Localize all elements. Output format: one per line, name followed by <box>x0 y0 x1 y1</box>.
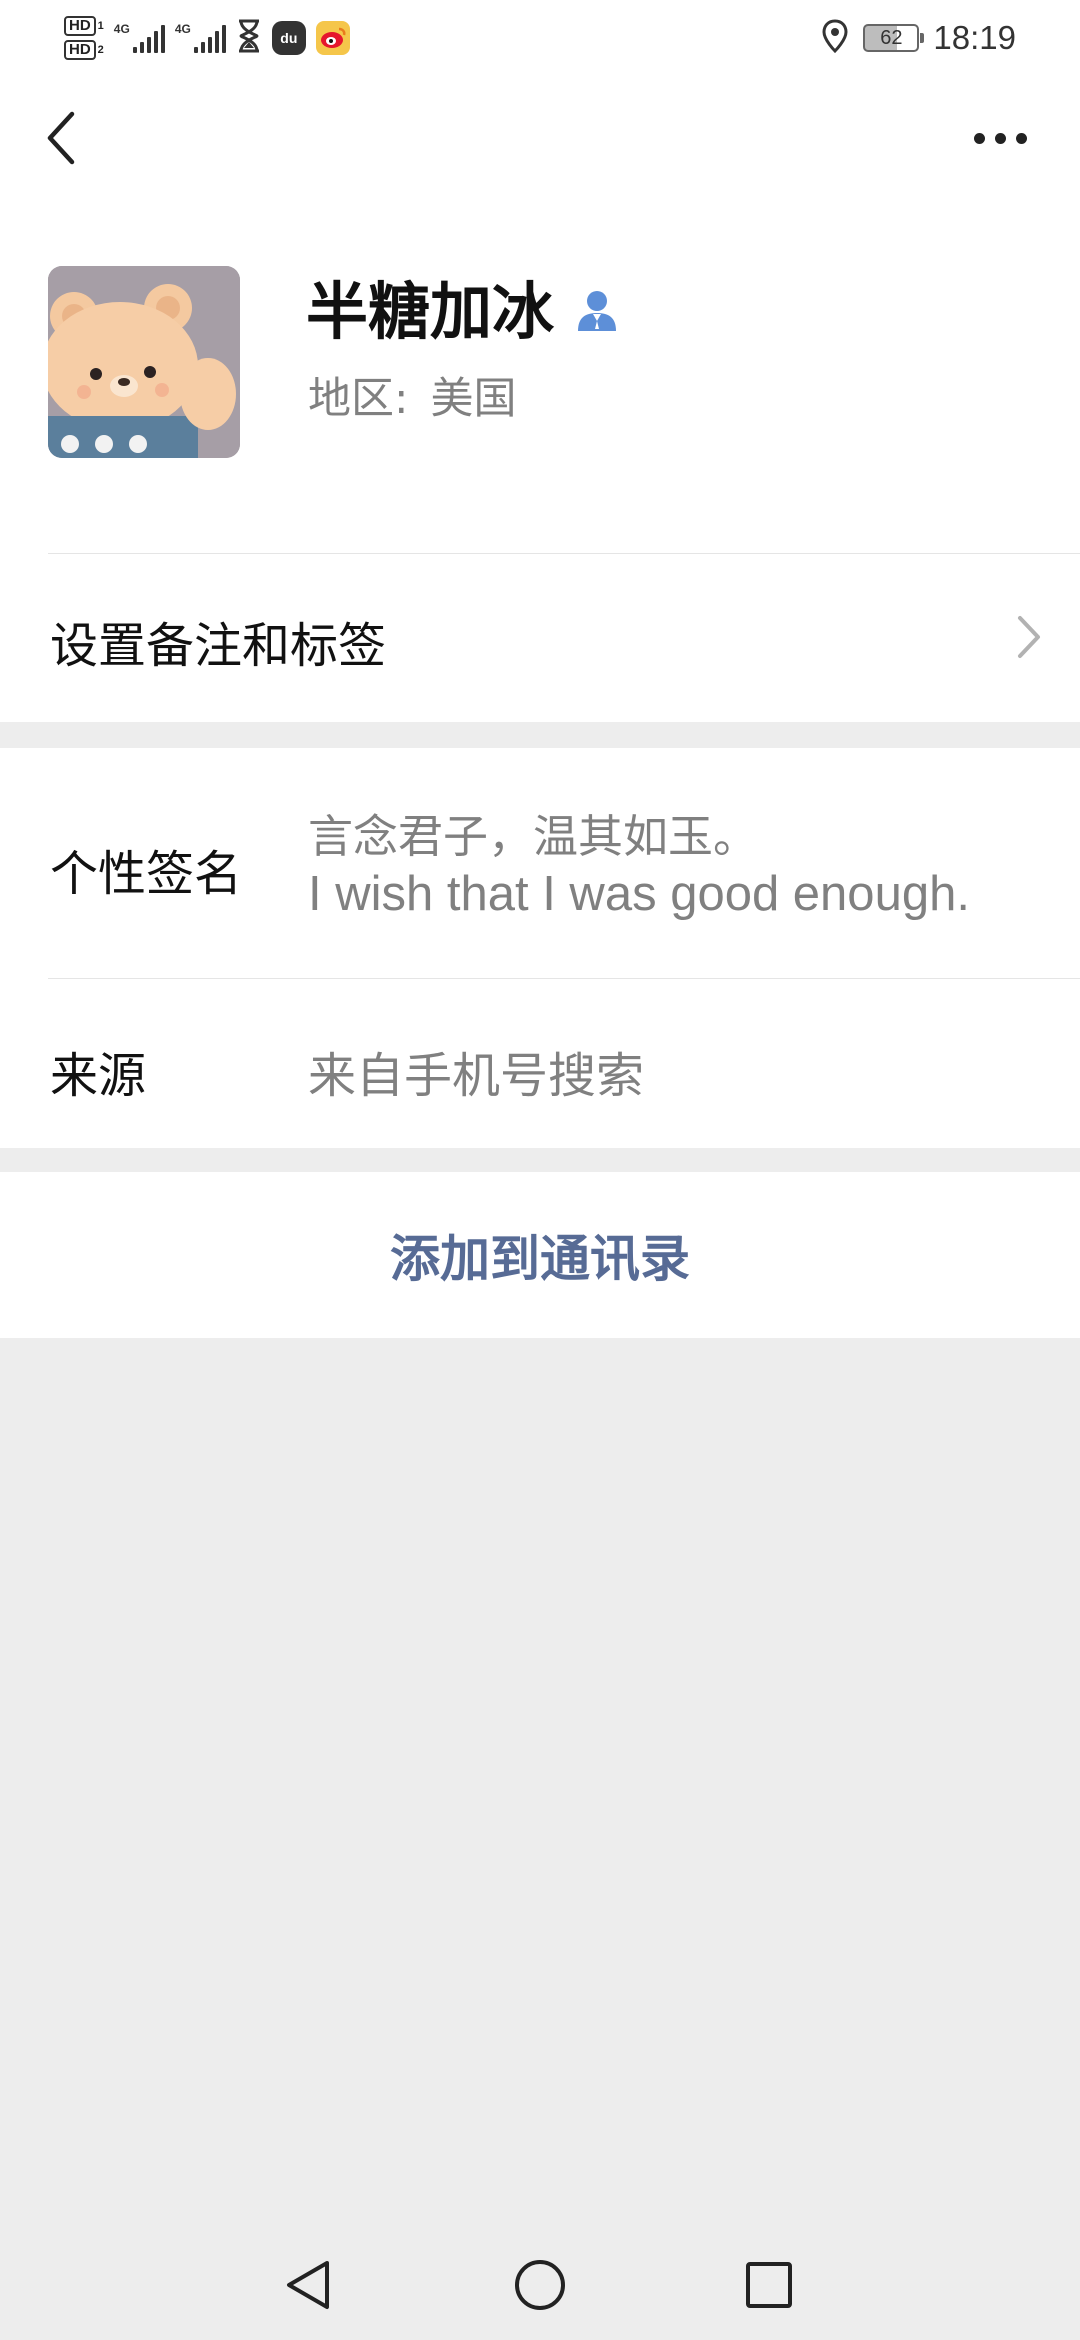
square-recents-icon <box>746 2262 792 2308</box>
person-badge-icon <box>574 287 620 337</box>
battery-indicator: 62 <box>863 24 925 52</box>
region-info: 地区: 美国 <box>308 364 517 426</box>
add-contact-section: 添加到通讯录 <box>0 1172 1080 1338</box>
set-remark-tags-row[interactable]: 设置备注和标签 <box>0 554 1080 722</box>
hourglass-icon <box>236 19 262 57</box>
more-options-button[interactable] <box>960 110 1040 166</box>
add-to-contacts-button[interactable]: 添加到通讯录 <box>390 1219 690 1291</box>
triangle-back-icon <box>287 2261 329 2309</box>
profile-header: 半糖加冰 地区: 美国 <box>0 216 1080 554</box>
profile-name: 半糖加冰 <box>306 275 555 348</box>
signature-text-line1: 言念君子，温其如玉。 <box>308 810 759 863</box>
region-value: 美国 <box>430 374 517 424</box>
divider <box>48 978 1080 979</box>
more-dots-icon <box>973 132 985 144</box>
weibo-icon <box>315 21 350 55</box>
hd-indicator-1: HD 1 <box>64 16 104 36</box>
status-right: 62 18:19 <box>821 10 1016 66</box>
location-pin-icon <box>821 19 849 57</box>
signature-text-line2: I wish that I was good enough. <box>308 867 970 921</box>
signal-icon-2: 4G <box>175 23 226 53</box>
du-app-icon: du <box>271 21 306 55</box>
chevron-right-icon <box>1014 612 1044 666</box>
bear-avatar-image <box>48 266 240 458</box>
source-value: 来自手机号搜索 <box>308 1048 645 1104</box>
hd-indicators: HD 1 HD 2 <box>64 16 104 60</box>
status-left: HD 1 HD 2 4G 4G du <box>64 10 350 66</box>
signal-icon-1: 4G <box>114 23 165 53</box>
status-bar: HD 1 HD 2 4G 4G du 62 18:19 <box>0 0 1080 76</box>
region-label: 地区: <box>308 374 409 424</box>
back-button[interactable] <box>30 106 94 170</box>
set-remark-tags-label: 设置备注和标签 <box>50 618 387 674</box>
clock: 18:19 <box>933 19 1016 56</box>
avatar[interactable] <box>48 266 240 458</box>
system-home-button[interactable] <box>505 2250 575 2320</box>
hd-indicator-2: HD 2 <box>64 40 104 60</box>
circle-home-icon <box>515 2260 565 2310</box>
system-back-button[interactable] <box>274 2250 344 2320</box>
name-row: 半糖加冰 <box>306 272 620 352</box>
signature-label: 个性签名 <box>50 846 243 902</box>
back-arrow-icon <box>47 111 75 165</box>
system-navigation-bar <box>0 2220 1080 2340</box>
top-nav-bar <box>0 76 1080 216</box>
source-label: 来源 <box>50 1048 147 1104</box>
system-recents-button[interactable] <box>734 2250 804 2320</box>
details-section: 个性签名 言念君子，温其如玉。 I wish that I was good e… <box>0 748 1080 1148</box>
